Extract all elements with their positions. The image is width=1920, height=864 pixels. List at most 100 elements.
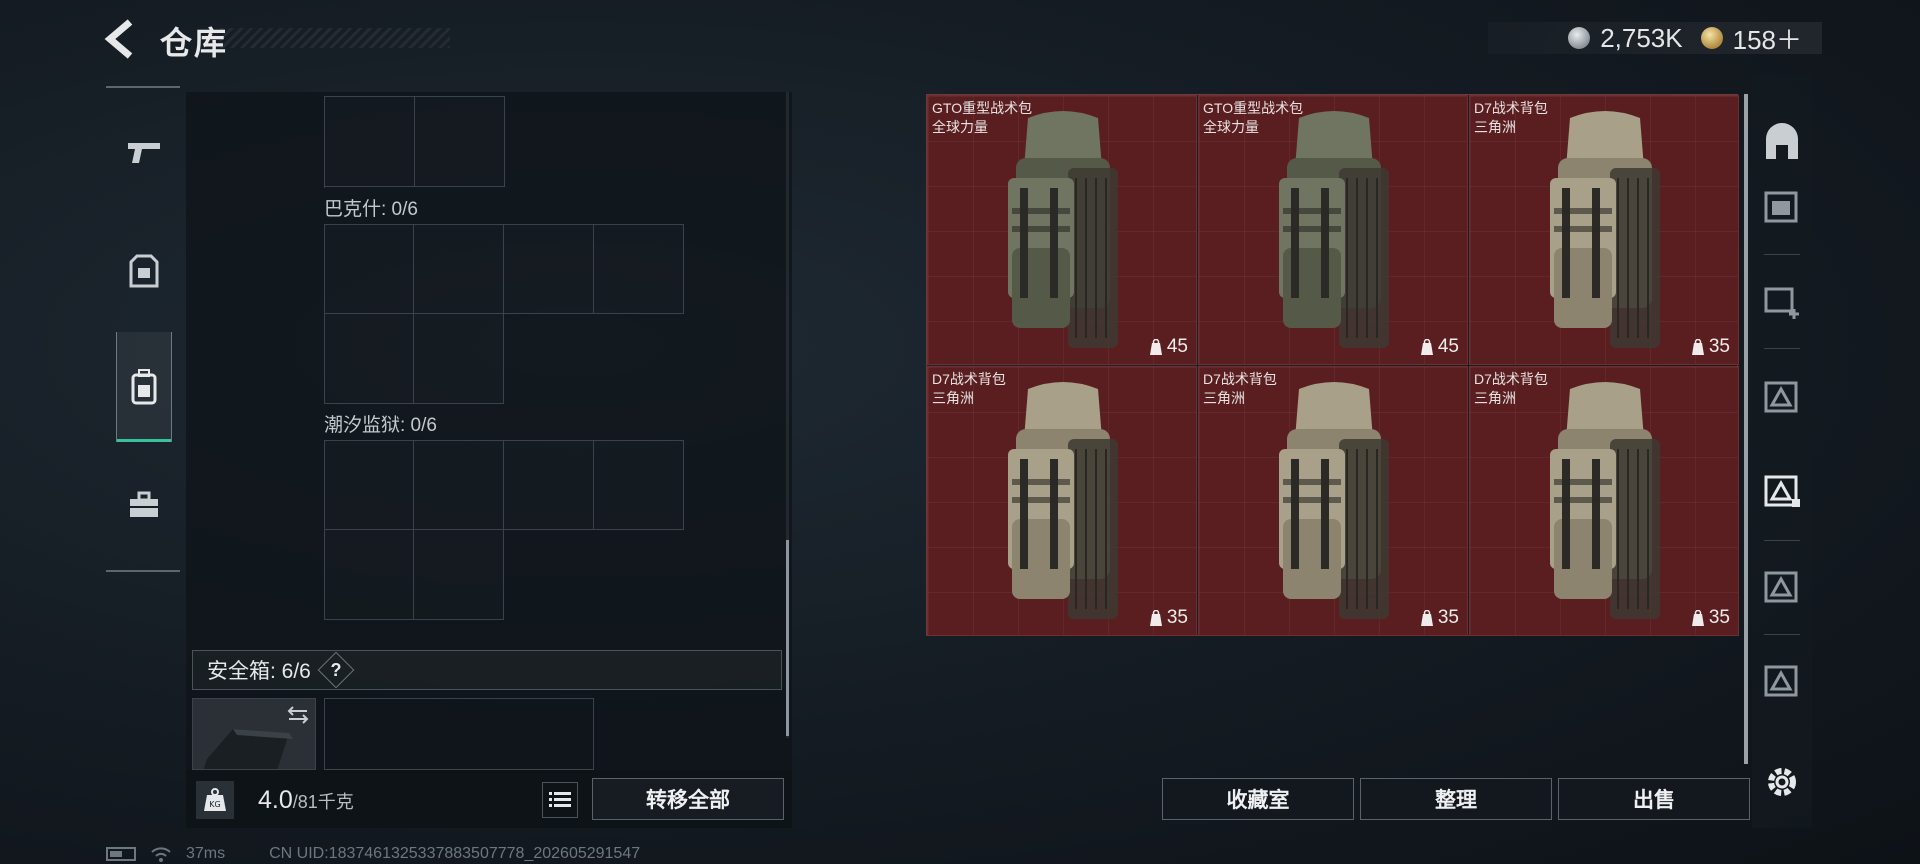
locked-storage-selected-icon — [1764, 475, 1800, 507]
uid-text: CN UID:1837461325337883507778_2026052915… — [269, 845, 641, 862]
item-card[interactable]: D7战术背包 三角洲 35 — [1469, 95, 1739, 365]
safe-room-button[interactable] — [1760, 120, 1804, 164]
storage-rack-icon — [1764, 191, 1798, 223]
weight-icon: KG — [196, 781, 234, 819]
title-decoration — [220, 28, 450, 48]
grid-cell[interactable] — [414, 224, 504, 314]
safebox-label: 安全箱: 6/6 — [207, 660, 311, 683]
grid-cell[interactable] — [504, 440, 594, 530]
locked-storage-button[interactable] — [1760, 658, 1804, 702]
item-card[interactable]: GTO重型战术包 全球力量 45 — [1198, 95, 1468, 365]
safebox-help-button[interactable]: ? — [317, 651, 355, 689]
ping-value: 37ms — [186, 845, 226, 862]
transfer-all-button[interactable]: 转移全部 — [592, 778, 784, 820]
item-card[interactable]: D7战术背包 三角洲 35 — [1198, 366, 1468, 636]
backpack-image — [1550, 111, 1660, 348]
item-name: GTO重型战术包 — [932, 100, 1033, 116]
weight-icon-text: KG — [209, 800, 220, 809]
locked-storage-icon — [1764, 665, 1798, 697]
category-backpacks[interactable] — [116, 332, 172, 442]
item-capacity: 35 — [1691, 336, 1730, 358]
help-icon: ? — [330, 659, 342, 680]
capacity-icon — [1691, 610, 1704, 626]
locked-storage-selected-button[interactable] — [1760, 468, 1804, 512]
category-weapons[interactable] — [116, 118, 172, 188]
locked-storage-button[interactable] — [1760, 564, 1804, 608]
items-scroll-thumb[interactable] — [1744, 94, 1748, 764]
back-button[interactable] — [100, 18, 146, 60]
item-brand: 全球力量 — [1203, 119, 1259, 135]
back-arrow-icon — [104, 19, 133, 59]
tool-separator — [1764, 634, 1800, 635]
safebox-item[interactable] — [192, 698, 316, 770]
capacity-icon — [1420, 610, 1433, 626]
item-card[interactable]: D7战术背包 三角洲 35 — [927, 366, 1197, 636]
sell-button[interactable]: 出售 — [1558, 778, 1750, 820]
item-brand: 全球力量 — [932, 119, 988, 135]
capacity-value: 35 — [1437, 607, 1459, 628]
item-name: D7战术背包 — [932, 371, 1006, 387]
backpack-image — [1008, 111, 1118, 348]
storage-scroll-thumb[interactable] — [786, 540, 789, 736]
storage-grid — [324, 96, 505, 188]
grid-cell[interactable] — [504, 224, 594, 314]
grid-cell[interactable] — [414, 530, 504, 620]
category-armor[interactable] — [116, 236, 172, 306]
slot-label: 潮汐监狱: 0/6 — [324, 415, 437, 436]
grid-cell[interactable] — [325, 97, 415, 187]
backpack-image — [1008, 382, 1118, 619]
storage-grid — [324, 440, 685, 621]
tool-separator — [1764, 348, 1800, 349]
item-card[interactable]: D7战术背包 三角洲 35 — [1469, 366, 1739, 636]
grid-cell[interactable] — [594, 224, 684, 314]
item-brand: 三角洲 — [932, 390, 974, 406]
grid-cell[interactable] — [324, 440, 414, 530]
collection-room-button[interactable]: 收藏室 — [1162, 778, 1354, 820]
page-title: 仓库 — [160, 25, 229, 61]
item-capacity: 45 — [1149, 336, 1188, 358]
list-icon — [549, 792, 571, 807]
capacity-icon — [1420, 339, 1433, 355]
grid-cell[interactable] — [414, 440, 504, 530]
armor-vest-icon — [129, 254, 159, 288]
grid-cell[interactable] — [414, 314, 504, 404]
category-toolbox[interactable] — [116, 470, 172, 540]
grid-cell[interactable] — [594, 440, 684, 530]
grid-cell[interactable] — [324, 314, 414, 404]
locked-storage-icon — [1764, 381, 1798, 413]
list-view-button[interactable] — [542, 782, 578, 818]
locked-storage-icon — [1764, 571, 1798, 603]
safebox-empty-slot[interactable] — [324, 698, 594, 770]
add-storage-icon — [1764, 287, 1799, 319]
capacity-value: 45 — [1166, 336, 1188, 357]
backpack-image — [1550, 382, 1660, 619]
backpack-image — [1279, 382, 1389, 619]
grid-cell[interactable] — [324, 530, 414, 620]
item-brand: 三角洲 — [1203, 390, 1245, 406]
settings-button[interactable] — [1760, 760, 1804, 804]
tool-separator — [1764, 540, 1800, 541]
category-rail — [106, 86, 180, 572]
slot-label: 巴克什: 0/6 — [324, 199, 418, 220]
silver-coin-icon — [1568, 27, 1591, 49]
item-card[interactable]: GTO重型战术包 全球力量 45 — [927, 95, 1197, 365]
storage-rack-button[interactable] — [1760, 184, 1804, 228]
currency-bar: 2,753K 158＋ — [1488, 22, 1822, 55]
item-name: GTO重型战术包 — [1203, 100, 1304, 116]
item-capacity: 35 — [1691, 607, 1730, 629]
capacity-icon — [1691, 339, 1704, 355]
safebox-case-icon — [203, 706, 309, 769]
grid-cell[interactable] — [324, 224, 414, 314]
gold-currency-value: 158＋ — [1732, 24, 1802, 55]
safe-room-icon — [1766, 123, 1798, 159]
capacity-value: 35 — [1708, 607, 1730, 628]
item-name: D7战术背包 — [1203, 371, 1277, 387]
storage-grid — [324, 224, 685, 405]
organize-button[interactable]: 整理 — [1360, 778, 1552, 820]
locked-storage-button[interactable] — [1760, 374, 1804, 418]
add-storage-button[interactable] — [1760, 280, 1804, 324]
item-name: D7战术背包 — [1474, 100, 1548, 116]
grid-cell[interactable] — [415, 97, 505, 187]
pistol-icon — [128, 143, 160, 163]
item-name: D7战术背包 — [1474, 371, 1548, 387]
